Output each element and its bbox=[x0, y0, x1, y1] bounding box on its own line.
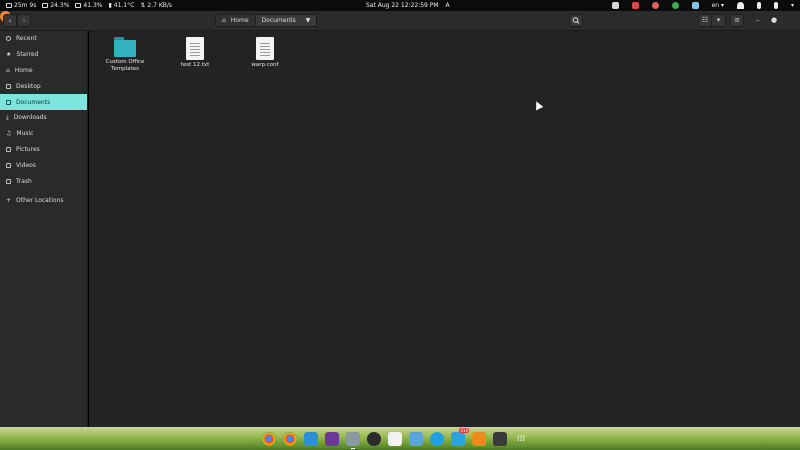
file-name: test 12.txt bbox=[180, 62, 210, 68]
clock-icon bbox=[6, 36, 11, 42]
hamburger-icon: ≡ bbox=[734, 16, 740, 24]
headphones-icon[interactable] bbox=[367, 431, 381, 446]
battery-icon[interactable] bbox=[773, 2, 778, 9]
text-file-icon bbox=[186, 37, 204, 60]
download-icon: ⤓ bbox=[6, 113, 9, 121]
view-toggle-button[interactable]: ☷ bbox=[698, 14, 712, 27]
chevron-down-icon: ▼ bbox=[305, 17, 311, 24]
notes-icon[interactable] bbox=[325, 431, 339, 446]
notification-badge: 410 bbox=[459, 427, 469, 433]
file-view[interactable]: Custom Office Templates test 12.txt warp… bbox=[89, 31, 800, 427]
view-options-button[interactable]: ▾ bbox=[712, 14, 726, 27]
back-button[interactable]: ‹ bbox=[3, 14, 17, 27]
system-tray: en ▾ ▾ bbox=[611, 1, 794, 10]
terminal-icon[interactable] bbox=[493, 431, 507, 446]
sidebar-item-trash[interactable]: Trash bbox=[0, 173, 87, 189]
power-menu-icon[interactable]: ▾ bbox=[791, 2, 794, 9]
vscode-icon[interactable] bbox=[304, 431, 318, 446]
dock: 410 ⁞⁞⁞ bbox=[0, 427, 800, 450]
clock[interactable]: Sat Aug 22 12:22:59 PM A bbox=[366, 2, 450, 9]
temperature-indicator[interactable]: ▮ 41.1°C bbox=[108, 2, 134, 9]
chevron-right-icon: › bbox=[22, 16, 26, 25]
search-button[interactable] bbox=[569, 14, 583, 27]
network-indicator[interactable]: ⇅ 2.7 KB/s bbox=[140, 2, 172, 9]
search-icon bbox=[572, 17, 580, 24]
system-top-bar: 25m 9s 24.3% 41.3% ▮ 41.1°C ⇅ 2.7 KB/s S… bbox=[0, 0, 800, 11]
dock-apps: 410 ⁞⁞⁞ bbox=[262, 427, 528, 449]
document-icon bbox=[6, 99, 11, 105]
chrome-icon[interactable] bbox=[262, 431, 276, 446]
cast-icon[interactable] bbox=[611, 2, 619, 9]
cpu-indicator[interactable]: 24.3% bbox=[42, 2, 69, 9]
sidebar-item-other-locations[interactable]: + Other Locations bbox=[0, 193, 87, 209]
video-icon bbox=[6, 162, 11, 168]
files-icon[interactable] bbox=[346, 431, 360, 449]
text-file-icon bbox=[256, 37, 274, 60]
sidebar-item-documents[interactable]: Documents bbox=[0, 94, 87, 110]
forward-button[interactable]: › bbox=[17, 14, 31, 27]
sidebar-item-recent[interactable]: Recent bbox=[0, 31, 87, 47]
installer-icon[interactable] bbox=[409, 431, 423, 446]
file-name: Custom Office Templates bbox=[105, 59, 145, 72]
wifi-icon[interactable] bbox=[736, 2, 744, 9]
home-icon: ⌂ bbox=[6, 66, 10, 74]
main-menu-button[interactable]: ≡ bbox=[730, 14, 744, 27]
sidebar-item-desktop[interactable]: Desktop bbox=[0, 78, 87, 94]
timer-icon bbox=[6, 3, 12, 8]
language-selector[interactable]: en ▾ bbox=[712, 2, 724, 9]
desktop-icon bbox=[6, 83, 11, 89]
sidebar-item-downloads[interactable]: ⤓ Downloads bbox=[0, 110, 87, 126]
sidebar-item-videos[interactable]: Videos bbox=[0, 157, 87, 173]
thermometer-icon: ▮ bbox=[108, 2, 112, 9]
volume-icon[interactable] bbox=[756, 2, 761, 9]
minimize-button[interactable]: – bbox=[756, 16, 760, 24]
timer-indicator[interactable]: 25m 9s bbox=[6, 2, 36, 9]
file-item-warp-conf[interactable]: warp.conf bbox=[235, 37, 295, 69]
sidebar-item-pictures[interactable]: Pictures bbox=[0, 142, 87, 158]
list-view-icon: ☷ bbox=[701, 16, 709, 24]
file-item-test-12-txt[interactable]: test 12.txt bbox=[165, 37, 225, 69]
plus-icon: + bbox=[6, 197, 12, 205]
sidebar-item-starred[interactable]: ★ Starred bbox=[0, 47, 87, 63]
text-editor-icon[interactable] bbox=[388, 431, 402, 446]
maximize-button[interactable]: ● bbox=[771, 16, 777, 24]
music-icon: ♫ bbox=[6, 130, 12, 138]
breadcrumb: ⌂ Home Documents ▼ bbox=[215, 14, 318, 27]
chrome-tray-icon[interactable] bbox=[651, 2, 659, 9]
home-icon: ⌂ bbox=[222, 17, 226, 24]
cpu-icon bbox=[42, 3, 49, 8]
network-icon: ⇅ bbox=[140, 2, 146, 9]
memory-indicator[interactable]: 41.3% bbox=[75, 2, 102, 9]
file-name: warp.conf bbox=[251, 62, 279, 68]
places-sidebar: Recent ★ Starred ⌂ Home Desktop Document… bbox=[0, 31, 88, 427]
bluetooth-icon[interactable] bbox=[691, 2, 699, 9]
camera-icon[interactable] bbox=[631, 2, 639, 9]
trash-icon bbox=[6, 178, 11, 184]
file-item-custom-office-templates[interactable]: Custom Office Templates bbox=[95, 37, 155, 73]
star-icon: ★ bbox=[6, 51, 12, 59]
breadcrumb-documents[interactable]: Documents ▼ bbox=[255, 14, 318, 27]
window-header: ‹ › ⌂ Home Documents ▼ ☷ ▾ ≡ – ● × bbox=[0, 11, 800, 31]
sidebar-item-music[interactable]: ♫ Music bbox=[0, 126, 87, 142]
picture-icon bbox=[6, 146, 11, 152]
chevron-left-icon: ‹ bbox=[8, 16, 12, 25]
app-grid-icon[interactable]: ⁞⁞⁞ bbox=[514, 432, 528, 446]
chevron-down-icon: ▾ bbox=[716, 16, 721, 24]
folder-icon bbox=[113, 37, 137, 57]
chrome-alt-icon[interactable] bbox=[283, 431, 297, 446]
breadcrumb-home[interactable]: ⌂ Home bbox=[215, 14, 256, 27]
notification-icon: A bbox=[445, 2, 450, 9]
telegram-icon[interactable]: 410 bbox=[451, 427, 469, 446]
skype-icon[interactable] bbox=[430, 431, 444, 446]
sidebar-item-home[interactable]: ⌂ Home bbox=[0, 63, 87, 79]
vlc-icon[interactable] bbox=[472, 431, 486, 446]
memory-icon bbox=[75, 3, 82, 8]
sync-icon[interactable] bbox=[671, 2, 679, 9]
